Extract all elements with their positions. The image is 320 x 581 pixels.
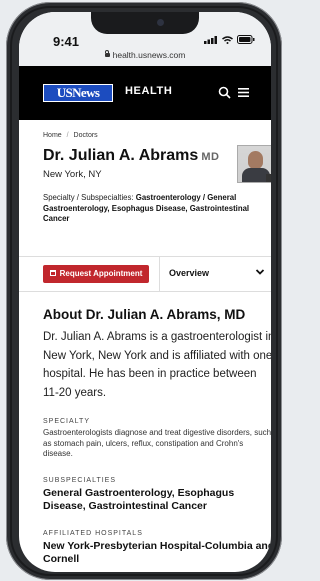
lock-icon <box>104 49 110 57</box>
section-title: HEALTH <box>125 85 173 97</box>
about-text: Dr. Julian A. Abrams is a gastroenterolo… <box>43 331 271 399</box>
about-title: About Dr. Julian A. Abrams, MD <box>43 307 246 322</box>
signal-icon <box>204 35 217 44</box>
site-header: USNews HEALTH <box>19 66 271 120</box>
specialty-description: Gastroenterologists diagnose and treat d… <box>43 428 271 458</box>
url-text: health.usnews.com <box>112 50 186 60</box>
specialty-summary-label: Specialty / Subspecialties: <box>43 193 134 202</box>
breadcrumb-home[interactable]: Home <box>43 132 62 139</box>
doctor-location: New York, NY <box>43 169 102 180</box>
subspecialties-label: SUBSPECIALTIES <box>43 477 117 484</box>
status-time: 9:41 <box>53 34 80 49</box>
avatar-badge <box>266 174 271 182</box>
menu-icon[interactable] <box>237 86 250 99</box>
credential-badge: MD <box>201 151 220 163</box>
hospitals-label: AFFILIATED HOSPITALS <box>43 530 143 537</box>
avatar-body <box>242 168 270 182</box>
camera-icon <box>157 19 164 26</box>
screen: 9:41 health.usnews.com USNews HEALTH Hom… <box>19 12 271 572</box>
action-divider <box>159 257 160 291</box>
breadcrumb: Home / Doctors <box>43 132 98 139</box>
status-icons <box>204 35 255 44</box>
usnews-logo[interactable]: USNews <box>43 84 113 102</box>
overview-dropdown-label[interactable]: Overview <box>169 268 209 278</box>
specialty-label: SPECIALTY <box>43 418 90 425</box>
specialty-summary: Specialty / Subspecialties: Gastroentero… <box>43 193 253 225</box>
hospitals-value[interactable]: New York-Presbyterian Hospital-Columbia … <box>43 540 271 566</box>
calendar-icon <box>49 269 56 276</box>
wifi-icon <box>222 35 233 44</box>
request-appointment-button[interactable]: Request Appointment <box>43 265 149 283</box>
address-bar[interactable]: health.usnews.com <box>19 49 271 66</box>
action-bar: Request Appointment Overview <box>19 256 271 292</box>
notch <box>91 12 199 34</box>
device-frame: 9:41 health.usnews.com USNews HEALTH Hom… <box>0 0 286 581</box>
chevron-down-icon[interactable] <box>255 267 265 277</box>
specialty-summary-value: Gastroenterology / General Gastroenterol… <box>43 193 250 223</box>
subspecialties-value: General Gastroenterology, Esophagus Dise… <box>43 487 235 512</box>
request-appointment-label: Request Appointment <box>59 269 143 278</box>
breadcrumb-current[interactable]: Doctors <box>74 132 98 139</box>
avatar-head <box>248 151 263 169</box>
doctor-name: Dr. Julian A. Abrams <box>43 147 199 164</box>
battery-icon <box>237 35 255 44</box>
page-title: Dr. Julian A. Abrams MD <box>43 147 219 165</box>
search-icon[interactable] <box>218 86 231 99</box>
breadcrumb-separator: / <box>66 132 69 139</box>
phone-bezel: 9:41 health.usnews.com USNews HEALTH Hom… <box>6 2 282 580</box>
avatar <box>237 145 271 183</box>
